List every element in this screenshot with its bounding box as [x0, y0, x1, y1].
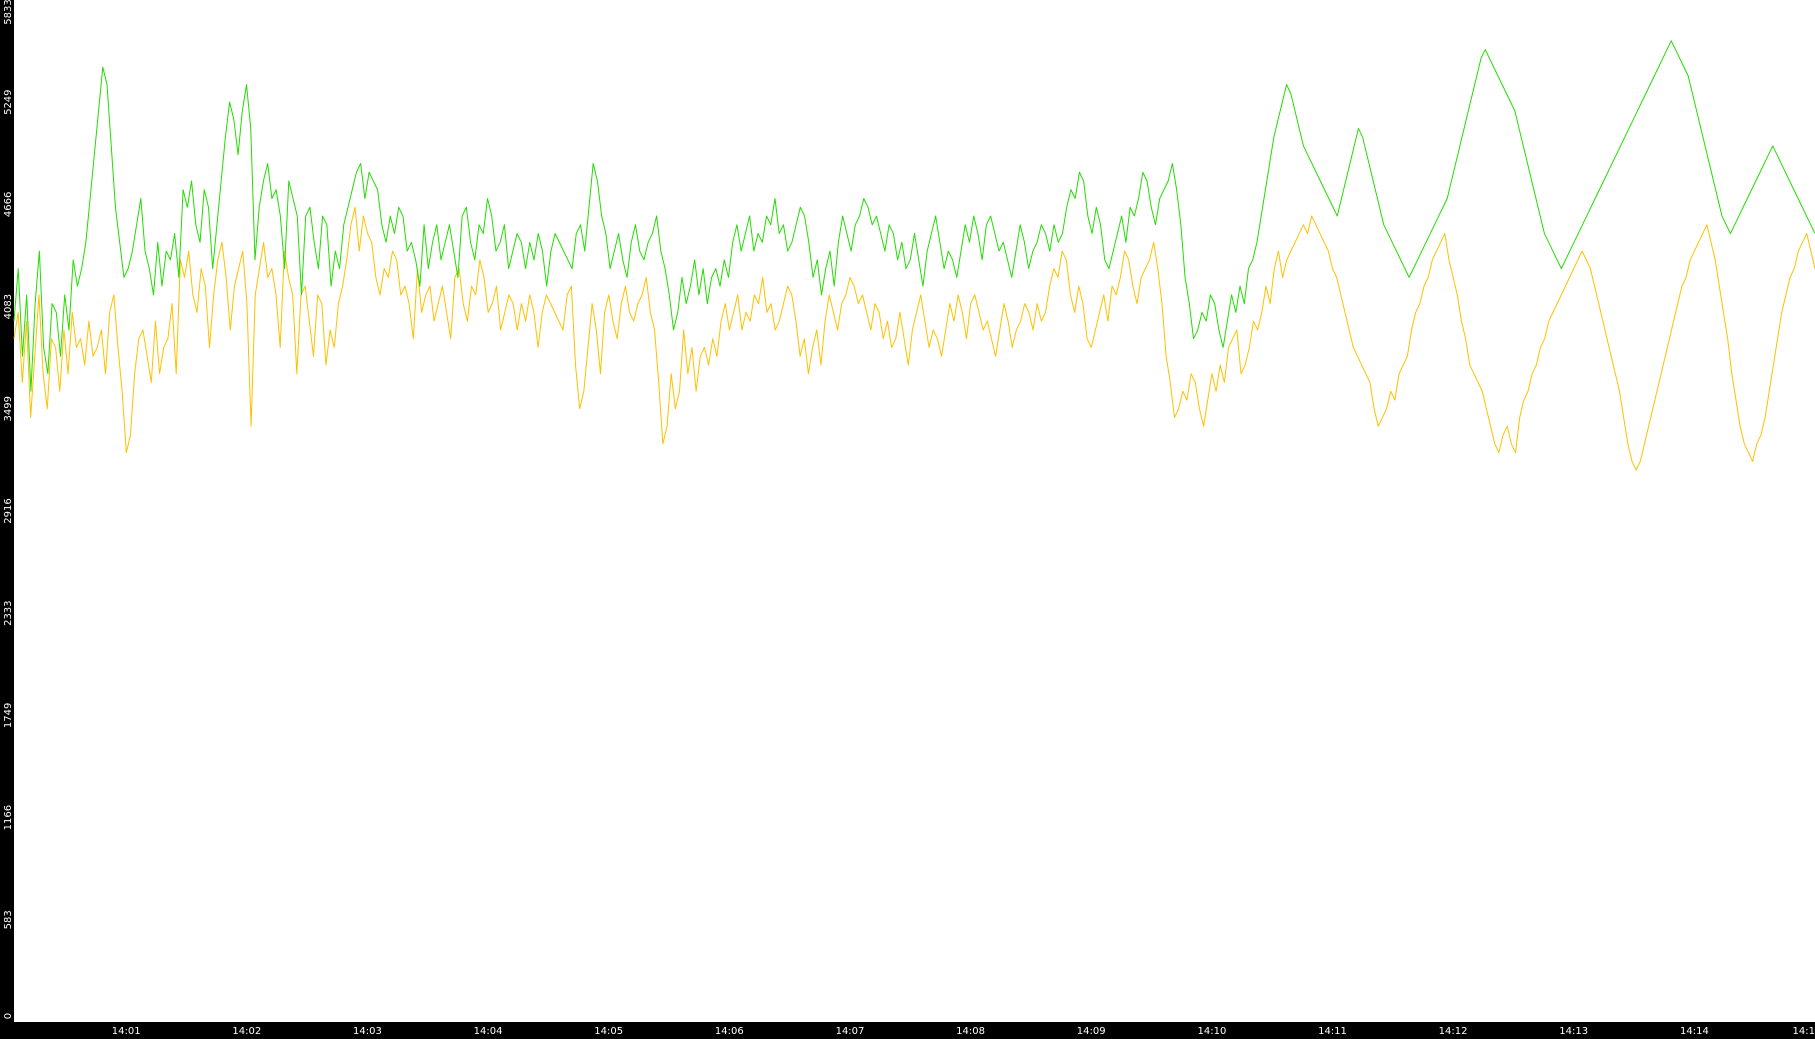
- x-tick-label: 14:04: [474, 1026, 503, 1037]
- x-axis-ticks: 14:01 14:02 14:03 14:04 14:05 14:06 14:07 14:08…: [112, 1026, 1815, 1037]
- x-tick-label: 14:01: [112, 1026, 141, 1037]
- x-axis-band: [0, 1022, 1815, 1039]
- y-tick-label: 0: [3, 1013, 14, 1019]
- x-tick-label: 14:02: [232, 1026, 261, 1037]
- y-tick-label: 1166: [3, 805, 14, 830]
- y-tick-label: 1749: [3, 703, 14, 728]
- x-tick-label: 14:12: [1439, 1026, 1468, 1037]
- y-tick-label: 583: [3, 910, 14, 929]
- y-tick-label: 3499: [3, 396, 14, 421]
- y-tick-label: 4083: [3, 294, 14, 319]
- line-chart: 0 583 1166 1749 2333 2916 3499 4083 4666 5249 5833…: [0, 0, 1815, 1039]
- x-tick-label: 14:1: [1793, 1026, 1815, 1037]
- plot-area: [14, 0, 1815, 1022]
- chart-svg: 0 583 1166 1749 2333 2916 3499 4083 4666 5249 5833…: [0, 0, 1815, 1039]
- y-tick-label: 4666: [3, 192, 14, 217]
- x-tick-label: 14:13: [1559, 1026, 1588, 1037]
- x-tick-label: 14:10: [1197, 1026, 1226, 1037]
- x-tick-label: 14:05: [594, 1026, 623, 1037]
- y-tick-label: 5249: [3, 89, 14, 114]
- x-tick-label: 14:14: [1680, 1026, 1709, 1037]
- y-tick-label: 2916: [3, 498, 14, 523]
- x-tick-label: 14:08: [956, 1026, 985, 1037]
- y-tick-label: 5833: [3, 0, 14, 25]
- x-tick-label: 14:11: [1318, 1026, 1347, 1037]
- y-tick-label: 2333: [3, 600, 14, 625]
- x-tick-label: 14:09: [1077, 1026, 1106, 1037]
- x-tick-label: 14:07: [836, 1026, 865, 1037]
- x-tick-label: 14:03: [353, 1026, 382, 1037]
- x-tick-label: 14:06: [715, 1026, 744, 1037]
